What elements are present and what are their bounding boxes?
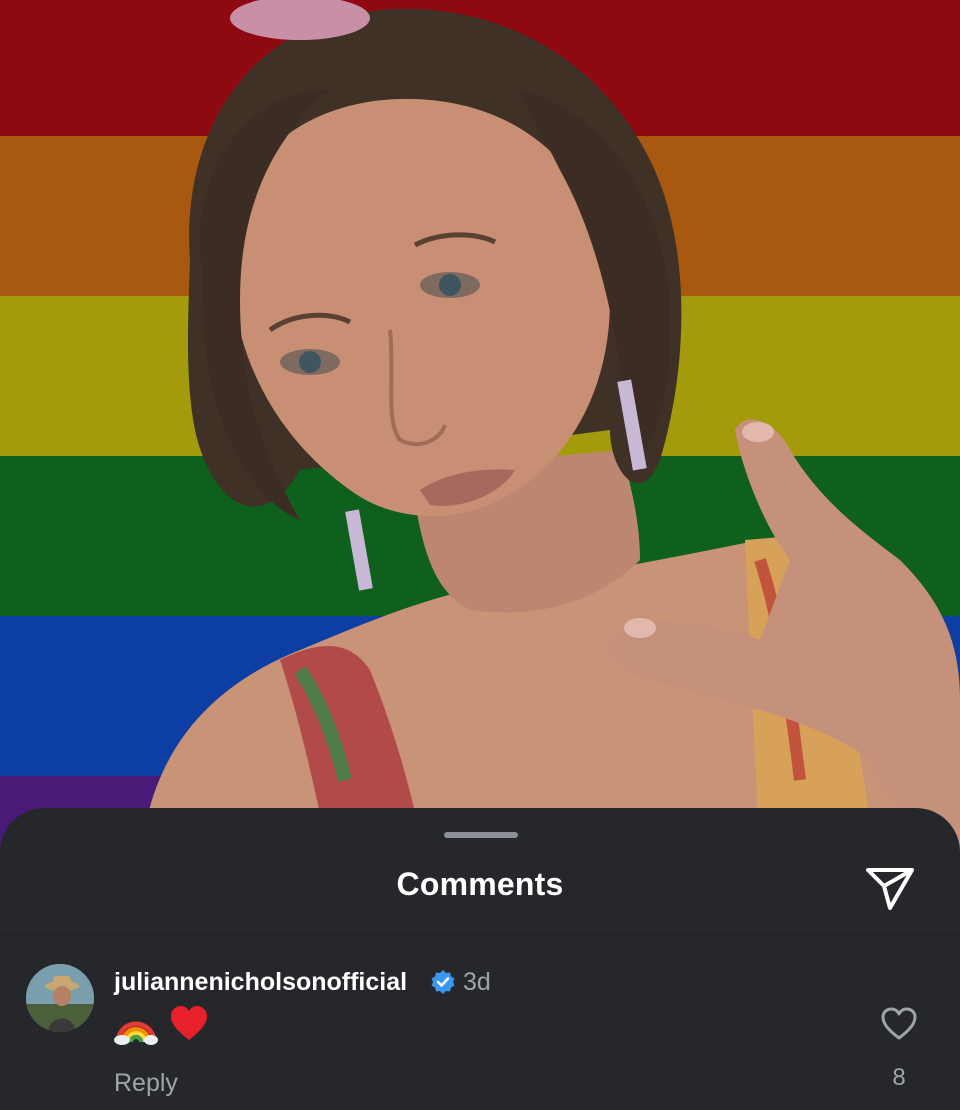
comment-item: juliannenicholsonofficial 3d Reply 8 — [0, 958, 960, 1108]
divider — [0, 934, 960, 935]
comments-sheet: Comments juliannenicholsonofficial 3d Re… — [0, 808, 960, 1110]
reply-button[interactable]: Reply — [114, 1069, 178, 1098]
verified-badge-icon — [431, 970, 455, 994]
rainbow-emoji — [114, 1021, 158, 1045]
comment-timestamp: 3d — [463, 968, 491, 996]
story-photo — [0, 0, 960, 860]
drag-handle[interactable] — [444, 832, 518, 838]
red-heart-emoji — [171, 1006, 207, 1040]
comment-username[interactable]: juliannenicholsonofficial — [114, 968, 407, 997]
selfie-portrait — [140, 0, 960, 860]
sheet-title: Comments — [396, 866, 564, 902]
paper-plane-icon[interactable] — [864, 864, 916, 912]
avatar[interactable] — [26, 964, 94, 1032]
heart-outline-icon[interactable] — [880, 1006, 918, 1042]
like-count: 8 — [892, 1064, 906, 1091]
